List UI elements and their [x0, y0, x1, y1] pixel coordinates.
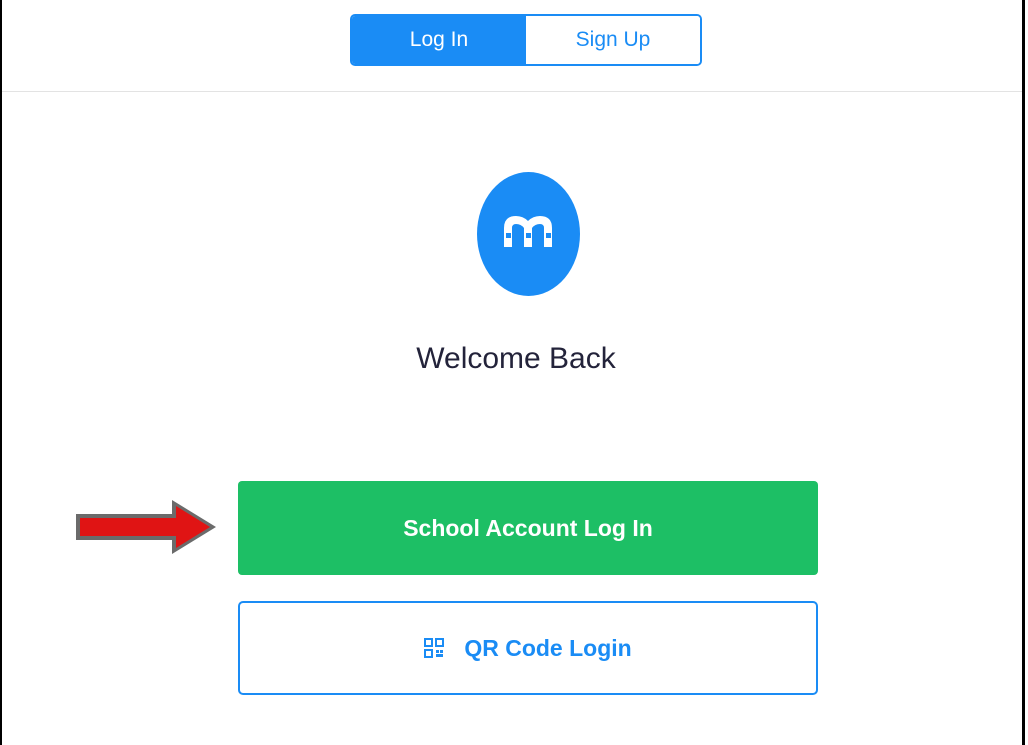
tab-log-in[interactable]: Log In — [352, 16, 526, 64]
login-page: Log In Sign Up Welcome Back School Accou… — [0, 0, 1025, 745]
school-account-login-label: School Account Log In — [403, 514, 653, 541]
qr-code-login-button[interactable]: QR Code Login — [238, 601, 818, 695]
right-arrow-icon — [76, 500, 216, 554]
app-logo — [477, 172, 580, 296]
school-account-login-button[interactable]: School Account Log In — [238, 481, 818, 575]
login-signup-toggle: Log In Sign Up — [350, 14, 702, 66]
welcome-title: Welcome Back — [416, 342, 616, 375]
m-logo-icon — [504, 216, 552, 247]
tab-sign-up[interactable]: Sign Up — [526, 16, 700, 64]
qr-code-icon — [424, 638, 445, 658]
qr-code-login-label: QR Code Login — [464, 634, 632, 661]
tab-bar: Log In Sign Up — [2, 0, 1022, 92]
